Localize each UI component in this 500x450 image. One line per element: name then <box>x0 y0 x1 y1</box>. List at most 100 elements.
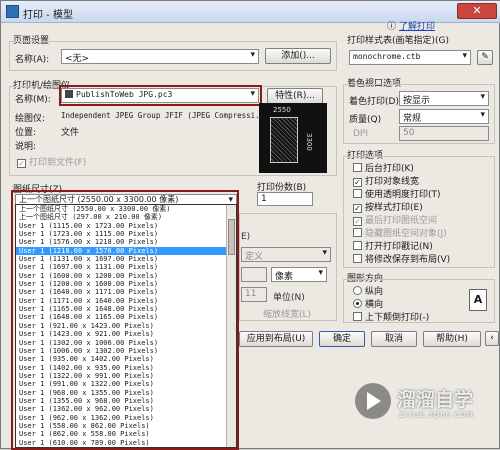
add-page-setup-button[interactable]: 添加()... <box>265 48 331 64</box>
plot-option-label: 后台打印(K) <box>365 164 414 174</box>
paper-size-option[interactable]: User 1 (789.00 x 610.00 Pixels) <box>16 447 236 448</box>
printer-name-label: 名称(M): <box>15 95 51 105</box>
paper-size-option[interactable]: User 1 (1322.00 x 991.00 Pixels) <box>16 372 236 380</box>
plot-area-dropdown[interactable]: 定义 <box>241 247 331 262</box>
paper-size-option[interactable]: User 1 (1131.00 x 1697.00 Pixels) <box>16 255 236 263</box>
print-dialog: 打印 - 模型 ✕ ⓘ 了解打印 页面设置 名称(A): <无> 添加()...… <box>0 0 500 450</box>
plot-option-label: 打开打印戳记(N) <box>365 242 433 252</box>
plot-option-label: 隐藏图纸空间对象(J) <box>365 229 447 239</box>
scale-unit-dropdown[interactable]: 像素 <box>271 267 327 282</box>
plot-option-check <box>353 254 362 263</box>
plot-style-dropdown[interactable]: monochrome.ctb <box>349 50 471 65</box>
edit-plot-style-button[interactable]: ✎ <box>477 50 493 65</box>
plot-option-checkbox[interactable]: ✓ 按样式打印(E) <box>353 200 423 213</box>
scale-lineweights-checkbox[interactable]: 缩放线宽(L) <box>263 307 311 320</box>
paper-size-option[interactable]: User 1 (1115.00 x 1723.00 Pixels) <box>16 222 236 230</box>
paper-size-option[interactable]: User 1 (1006.00 x 1302.00 Pixels) <box>16 347 236 355</box>
printer-highlight <box>59 85 262 106</box>
plot-option-checkbox[interactable]: 隐藏图纸空间对象(J) <box>353 226 447 239</box>
paper-size-option[interactable]: 上一个图纸尺寸 (297.00 x 210.00 像素) <box>16 213 236 221</box>
landscape-radio[interactable]: 横向 <box>353 297 383 310</box>
print-to-file-checkbox[interactable]: ✓ 打印到文件(F) <box>17 155 86 168</box>
apply-to-layout-button[interactable]: 应用到布局(U) <box>239 331 313 347</box>
plot-option-check: ✓ <box>353 217 362 226</box>
plot-option-label: 使用透明度打印(T) <box>365 190 441 200</box>
paper-size-option[interactable]: User 1 (968.00 x 1355.00 Pixels) <box>16 389 236 397</box>
upside-down-label: 上下颠倒打印(-) <box>365 313 430 323</box>
autocad-app-icon <box>6 5 19 18</box>
plot-option-label: 将修改保存到布局(V) <box>365 255 451 265</box>
portrait-label: 纵向 <box>365 287 384 297</box>
plot-option-checkbox[interactable]: ✓ 打印对象线宽 <box>353 174 419 187</box>
paper-size-option[interactable]: User 1 (991.00 x 1322.00 Pixels) <box>16 380 236 388</box>
scale-denominator-value: 11 <box>245 289 257 299</box>
paper-size-option[interactable]: User 1 (1355.00 x 968.00 Pixels) <box>16 397 236 405</box>
plot-option-checkbox[interactable]: 后台打印(K) <box>353 161 414 174</box>
dpi-input[interactable]: 50 <box>399 126 489 141</box>
page-setup-name-label: 名称(A): <box>15 55 50 65</box>
paper-size-option[interactable]: User 1 (1576.00 x 1218.00 Pixels) <box>16 238 236 246</box>
location-value: 文件 <box>61 128 80 138</box>
collapse-options-button[interactable]: ‹ <box>485 331 499 346</box>
plot-option-checkbox[interactable]: 使用透明度打印(T) <box>353 187 441 200</box>
paper-size-option[interactable]: User 1 (1218.00 x 1576.00 Pixels) <box>16 246 236 256</box>
plot-option-check <box>353 189 362 198</box>
scale-numerator-input[interactable] <box>241 267 267 282</box>
paper-size-option[interactable]: User 1 (862.00 x 558.00 Pixels) <box>16 430 236 438</box>
paper-size-option[interactable]: User 1 (1423.00 x 921.00 Pixels) <box>16 330 236 338</box>
paper-size-option[interactable]: User 1 (1640.00 x 1171.00 Pixels) <box>16 288 236 296</box>
page-setup-name-dropdown[interactable]: <无> <box>61 49 259 64</box>
location-label: 位置: <box>15 128 37 138</box>
plot-option-check: ✓ <box>353 204 362 213</box>
plot-option-check: ✓ <box>353 178 362 187</box>
watermark-brand: 溜溜自学 <box>397 389 474 411</box>
plot-option-checkbox[interactable]: ✓ 最后打印图纸空间 <box>353 213 437 226</box>
paper-size-option[interactable]: User 1 (610.00 x 789.00 Pixels) <box>16 439 236 447</box>
plot-option-label: 打印对象线宽 <box>365 177 420 187</box>
upside-down-checkbox[interactable]: 上下颠倒打印(-) <box>353 310 429 323</box>
paper-size-option[interactable]: User 1 (1165.00 x 1648.00 Pixels) <box>16 305 236 313</box>
watermark-play-shape <box>367 392 381 410</box>
plot-option-check <box>353 241 362 250</box>
dpi-label: DPI <box>353 129 369 139</box>
paper-size-option[interactable]: User 1 (1362.00 x 962.00 Pixels) <box>16 405 236 413</box>
paper-size-option[interactable]: User 1 (1723.00 x 1115.00 Pixels) <box>16 230 236 238</box>
paper-size-option[interactable]: User 1 (935.00 x 1402.00 Pixels) <box>16 355 236 363</box>
paper-size-option[interactable]: User 1 (1302.00 x 1006.00 Pixels) <box>16 339 236 347</box>
help-button[interactable]: 帮助(H) <box>423 331 481 347</box>
print-to-file-label: 打印到文件(F) <box>29 158 87 168</box>
shade-plot-label: 着色打印(D) <box>349 97 399 107</box>
paper-size-option[interactable]: User 1 (1648.00 x 1165.00 Pixels) <box>16 313 236 321</box>
paper-size-list[interactable]: 上一个图纸尺寸 (2550.00 x 3300.00 像素) 上一个图纸尺寸 (2… <box>15 204 237 448</box>
scale-denominator-input[interactable]: 11 <box>241 287 267 302</box>
paper-size-list-scrollbar[interactable] <box>226 205 236 447</box>
portrait-radio[interactable]: 纵向 <box>353 284 383 297</box>
portrait-radio-circle <box>353 286 362 295</box>
paper-size-list-scroll-thumb[interactable] <box>228 219 235 255</box>
plot-option-checkbox[interactable]: 将修改保存到布局(V) <box>353 252 450 265</box>
paper-size-option[interactable]: User 1 (1402.00 x 935.00 Pixels) <box>16 364 236 372</box>
close-button[interactable]: ✕ <box>457 3 497 19</box>
quality-dropdown[interactable]: 常规 <box>399 109 489 124</box>
paper-size-option[interactable]: User 1 (921.00 x 1423.00 Pixels) <box>16 322 236 330</box>
ok-button[interactable]: 确定 <box>319 331 365 347</box>
cancel-button[interactable]: 取消 <box>371 331 417 347</box>
paper-size-option[interactable]: User 1 (558.00 x 862.00 Pixels) <box>16 422 236 430</box>
plot-option-check <box>353 163 362 172</box>
plot-area-partial-label: E) <box>241 232 251 242</box>
paper-size-option[interactable]: User 1 (1600.00 x 1200.00 Pixels) <box>16 272 236 280</box>
info-icon: ⓘ <box>387 22 397 32</box>
paper-size-option[interactable]: User 1 (1171.00 x 1640.00 Pixels) <box>16 297 236 305</box>
paper-size-option[interactable]: User 1 (1697.00 x 1131.00 Pixels) <box>16 263 236 271</box>
printer-properties-button[interactable]: 特性(R)... <box>267 88 323 104</box>
paper-preview: 2550 3300 <box>259 103 327 173</box>
landscape-radio-circle <box>353 299 362 308</box>
help-link[interactable]: 了解打印 <box>399 19 435 32</box>
copies-value: 1 <box>261 194 267 204</box>
plot-option-checkbox[interactable]: 打开打印戳记(N) <box>353 239 433 252</box>
copies-input[interactable]: 1 <box>257 192 313 206</box>
paper-size-option[interactable]: User 1 (962.00 x 1362.00 Pixels) <box>16 414 236 422</box>
shade-plot-dropdown[interactable]: 按显示 <box>399 91 489 106</box>
plotter-value: Independent JPEG Group JFIF (JPEG Compre… <box>61 111 269 120</box>
paper-size-option[interactable]: User 1 (1200.00 x 1600.00 Pixels) <box>16 280 236 288</box>
